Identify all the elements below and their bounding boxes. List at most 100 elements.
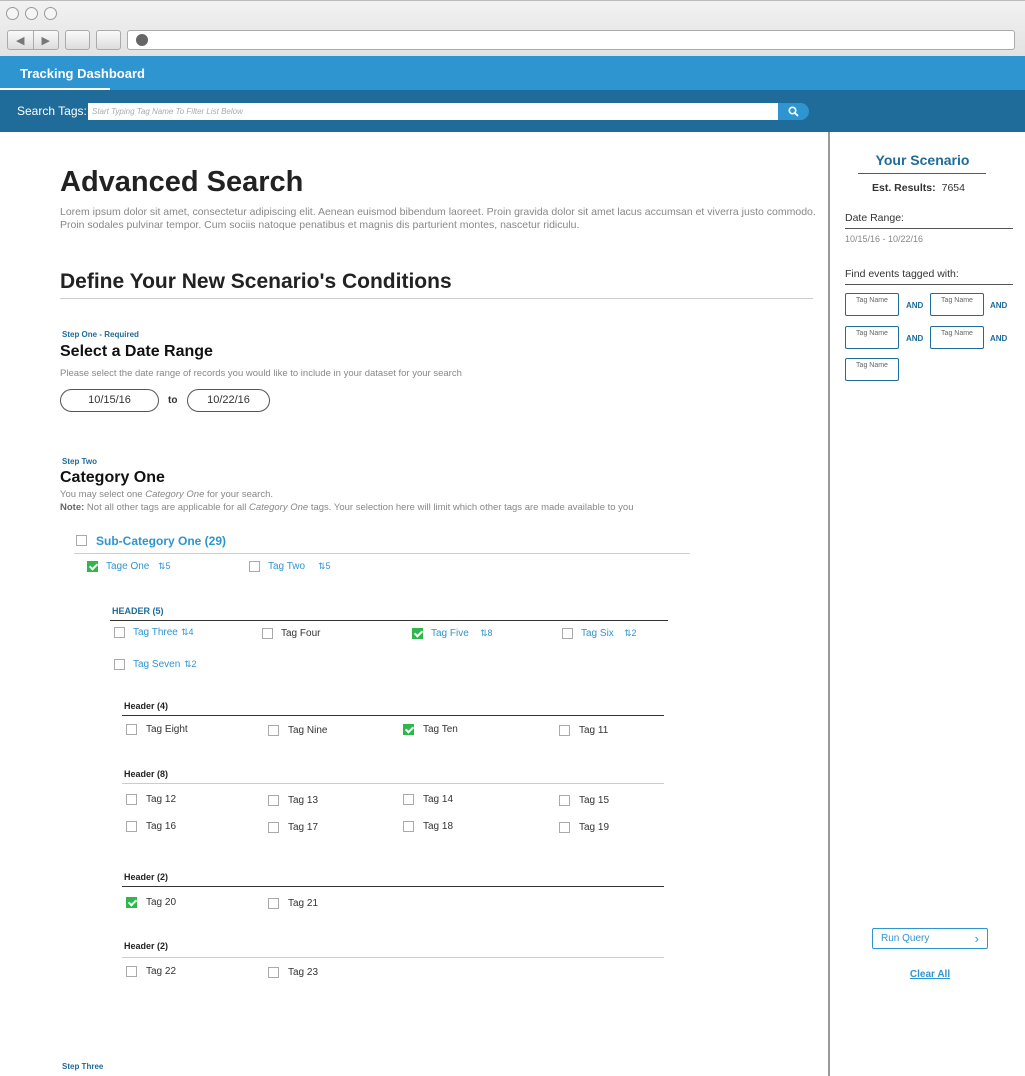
tag-label[interactable]: Tag Two (268, 561, 305, 572)
tag-checkbox[interactable] (126, 794, 137, 805)
page-title: Advanced Search (60, 166, 304, 198)
tag-slot[interactable]: Tag Name (930, 326, 984, 349)
tag-label[interactable]: Tag 14 (423, 794, 453, 805)
date-from-input[interactable]: 10/15/16 (60, 389, 159, 412)
back-arrow-icon[interactable]: ◀ (8, 31, 34, 49)
forward-arrow-icon[interactable]: ▶ (34, 31, 59, 49)
step-one-label: Step One - Required (62, 330, 139, 339)
scenario-sidebar: Your Scenario Est. Results: 7654 Date Ran… (828, 132, 1025, 1076)
app-header: Tracking Dashboard (0, 56, 1025, 90)
minimize-window-button[interactable] (25, 7, 38, 20)
step-three-label: Step Three (62, 1062, 104, 1071)
tag-label[interactable]: Tag Four (281, 628, 320, 639)
sort-count-icon: ⇅5 (318, 561, 331, 571)
group-header: Header (4) (124, 701, 169, 711)
tag-checkbox[interactable] (114, 627, 125, 638)
tag-label[interactable]: Tag 18 (423, 821, 453, 832)
group-header: Header (8) (124, 769, 169, 779)
tag-checkbox[interactable] (403, 794, 414, 805)
search-bar: Search Tags: (0, 90, 1025, 132)
tag-checkbox[interactable] (262, 628, 273, 639)
sidebar-title: Your Scenario (875, 152, 970, 168)
and-label: AND (906, 301, 924, 310)
tag-label[interactable]: Tag Five (431, 628, 469, 639)
browser-chrome: ◀ ▶ (0, 0, 1025, 56)
tag-checkbox[interactable] (268, 898, 279, 909)
tag-slot[interactable]: Tag Name (845, 358, 899, 381)
tag-checkbox[interactable] (559, 725, 570, 736)
address-bar[interactable] (127, 30, 1015, 50)
date-range-help: Please select the date range of records … (60, 368, 462, 379)
maximize-window-button[interactable] (44, 7, 57, 20)
est-results-value: 7654 (941, 182, 965, 194)
tag-label[interactable]: Tag Seven (133, 659, 180, 670)
tag-label[interactable]: Tag Nine (288, 725, 327, 736)
group-header: Header (2) (124, 941, 169, 951)
sort-count-icon: ⇅2 (184, 659, 197, 669)
globe-icon (136, 34, 148, 46)
tag-label[interactable]: Tage One (106, 561, 149, 572)
app-title[interactable]: Tracking Dashboard (20, 66, 145, 81)
close-window-button[interactable] (6, 7, 19, 20)
tag-checkbox[interactable] (403, 821, 414, 832)
tag-label[interactable]: Tag 16 (146, 821, 176, 832)
sort-count-icon: ⇅4 (181, 627, 194, 637)
tag-label[interactable]: Tag 11 (579, 725, 608, 736)
tag-label[interactable]: Tag 20 (146, 897, 176, 908)
date-to-input[interactable]: 10/22/16 (187, 389, 270, 412)
tag-checkbox[interactable] (126, 724, 137, 735)
home-button[interactable] (96, 30, 121, 50)
tag-label[interactable]: Tag 13 (288, 795, 318, 806)
and-label: AND (906, 334, 924, 343)
tag-label[interactable]: Tag 15 (579, 795, 609, 806)
tag-slot[interactable]: Tag Name (845, 326, 899, 349)
tag-checkbox[interactable] (249, 561, 260, 572)
tag-checkbox[interactable] (114, 659, 125, 670)
divider (122, 886, 664, 887)
tag-label[interactable]: Tag 19 (579, 822, 609, 833)
date-range-title: Select a Date Range (60, 343, 213, 360)
tag-checkbox[interactable] (268, 725, 279, 736)
tag-checkbox[interactable] (559, 822, 570, 833)
tag-label[interactable]: Tag 17 (288, 822, 318, 833)
run-query-button[interactable]: Run Query › (872, 928, 988, 949)
divider (74, 553, 690, 554)
tag-slot[interactable]: Tag Name (845, 293, 899, 316)
tag-checkbox[interactable] (126, 821, 137, 832)
subcategory-label[interactable]: Sub-Category One (29) (96, 534, 226, 548)
search-label: Search Tags: (17, 104, 87, 118)
search-input[interactable] (88, 103, 780, 120)
divider (110, 620, 668, 621)
tag-checkbox[interactable] (268, 822, 279, 833)
tag-checkbox[interactable] (126, 897, 137, 908)
tag-checkbox[interactable] (403, 724, 414, 735)
window-controls (6, 7, 57, 20)
divider (122, 715, 664, 716)
tag-checkbox[interactable] (268, 967, 279, 978)
tag-checkbox[interactable] (562, 628, 573, 639)
reload-button[interactable] (65, 30, 90, 50)
tag-checkbox[interactable] (87, 561, 98, 572)
tag-label[interactable]: Tag Eight (146, 724, 188, 735)
search-button[interactable] (778, 103, 809, 120)
subcategory-checkbox[interactable] (76, 535, 87, 546)
tag-checkbox[interactable] (559, 795, 570, 806)
and-label: AND (990, 301, 1008, 310)
tag-label[interactable]: Tag Six (581, 628, 614, 639)
chevron-right-icon: › (974, 931, 979, 946)
tag-label[interactable]: Tag 22 (146, 966, 176, 977)
category-help: You may select one Category One for your… (60, 489, 634, 513)
tag-label[interactable]: Tag 23 (288, 967, 318, 978)
tag-label[interactable]: Tag 12 (146, 794, 176, 805)
main-content: Advanced Search Lorem ipsum dolor sit am… (0, 132, 828, 1076)
tag-checkbox[interactable] (126, 966, 137, 977)
clear-all-link[interactable]: Clear All (872, 969, 988, 980)
tag-slot[interactable]: Tag Name (930, 293, 984, 316)
tag-label[interactable]: Tag Three (133, 627, 178, 638)
divider (122, 783, 664, 784)
tag-checkbox[interactable] (412, 628, 423, 639)
tag-label[interactable]: Tag 21 (288, 898, 318, 909)
tag-label[interactable]: Tag Ten (423, 724, 458, 735)
tag-checkbox[interactable] (268, 795, 279, 806)
intro-text: Lorem ipsum dolor sit amet, consectetur … (60, 206, 816, 231)
